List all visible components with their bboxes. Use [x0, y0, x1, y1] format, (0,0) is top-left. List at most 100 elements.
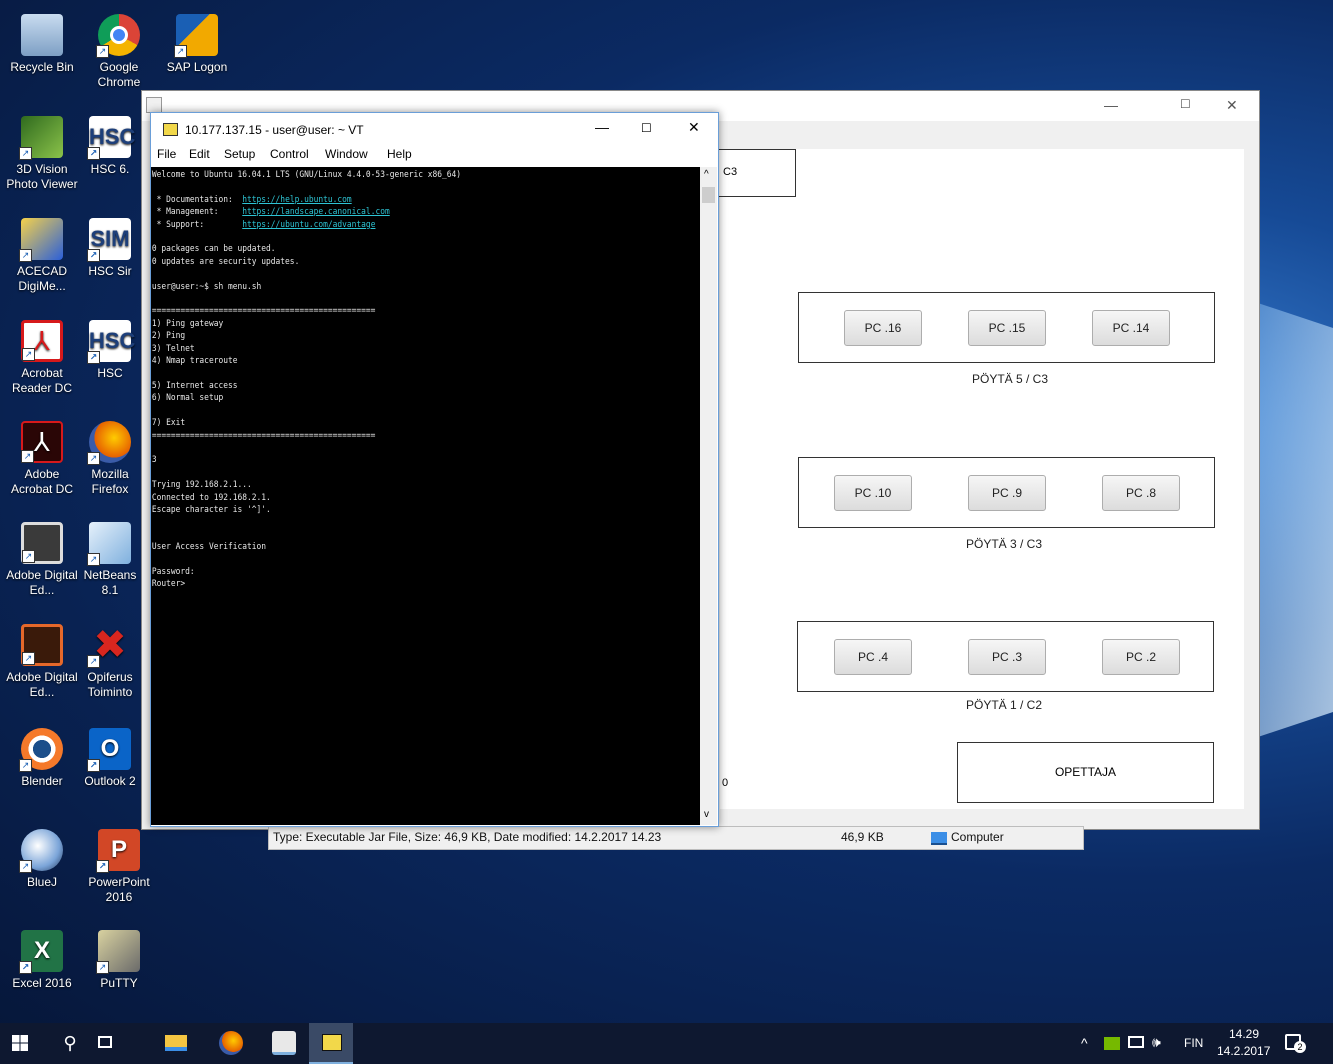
volume-tray-icon[interactable]: 🕪 — [1152, 1034, 1161, 1051]
desktop-icon-3d-vision[interactable]: ↗ 3D Vision Photo Viewer — [3, 116, 81, 192]
pc-button-9[interactable]: PC .9 — [968, 475, 1046, 511]
clock-date[interactable]: 14.2.2017 — [1217, 1044, 1270, 1058]
desktop-icon-adobe-digital-editions[interactable]: ↗ Adobe Digital Ed... — [3, 522, 81, 598]
scroll-thumb[interactable] — [702, 187, 715, 203]
terminal-taskbar-glyph-icon — [322, 1034, 342, 1051]
menu-window[interactable]: Window — [325, 147, 368, 161]
desktop-icon-label: Adobe Digital Ed... — [6, 670, 78, 699]
scroll-up-arrow-icon[interactable]: ^ — [704, 169, 709, 180]
pc-button-16[interactable]: PC .16 — [844, 310, 922, 346]
search-icon[interactable]: ⚲ — [58, 1031, 82, 1055]
pc-button-15[interactable]: PC .15 — [968, 310, 1046, 346]
java-taskbar-icon[interactable] — [272, 1031, 296, 1055]
desktop-icon-adobe-digital-editions-2[interactable]: ↗ Adobe Digital Ed... — [3, 624, 81, 700]
desktop-icon-adobe-acrobat[interactable]: ⅄ ↗ Adobe Acrobat DC — [3, 421, 81, 497]
show-hidden-icons[interactable]: ^ — [1081, 1035, 1088, 1051]
language-indicator[interactable]: FIN — [1184, 1036, 1203, 1050]
network-tray-icon[interactable] — [1128, 1036, 1144, 1048]
desktop-icon-acrobat-reader[interactable]: ⅄ ↗ Acrobat Reader DC — [3, 320, 81, 396]
blender-icon: ↗ — [19, 728, 63, 772]
desktop-icon-sap-logon[interactable]: ↗ SAP Logon — [158, 14, 236, 75]
pc-button-3[interactable]: PC .3 — [968, 639, 1046, 675]
menu-control[interactable]: Control — [270, 147, 309, 161]
desktop-icon-recycle-bin[interactable]: Recycle Bin — [3, 14, 81, 75]
powerpoint-icon: P ↗ — [96, 829, 140, 873]
java-icon — [146, 97, 162, 113]
clock-time[interactable]: 14.29 — [1229, 1027, 1259, 1041]
menu-edit[interactable]: Edit — [189, 147, 210, 161]
desktop-icon-excel[interactable]: X ↗ Excel 2016 — [3, 930, 81, 991]
close-button[interactable]: ✕ — [1226, 97, 1238, 114]
desktop-icon-firefox[interactable]: ↗ Mozilla Firefox — [80, 421, 140, 497]
acecad-icon: ↗ — [19, 218, 63, 262]
pc-button-8[interactable]: PC .8 — [1102, 475, 1180, 511]
windows-start-icon[interactable] — [12, 1035, 28, 1051]
desktop-icon-google-chrome[interactable]: ↗ Google Chrome — [80, 14, 158, 90]
desktop-icon-label: BlueJ — [26, 875, 58, 889]
desktop-icon-hsc-sim[interactable]: SIM ↗ HSC Sir — [80, 218, 140, 279]
menu-help[interactable]: Help — [387, 147, 412, 161]
desktop-icon-label: Adobe Acrobat DC — [10, 467, 74, 496]
terminal-screen[interactable]: Welcome to Ubuntu 16.04.1 LTS (GNU/Linux… — [151, 167, 700, 825]
pc-button-4[interactable]: PC .4 — [834, 639, 912, 675]
teacher-desk[interactable]: OPETTAJA — [957, 742, 1214, 803]
terminal-taskbar-icon[interactable] — [309, 1023, 353, 1064]
desk-label-5: PÖYTÄ 5 / C3 — [971, 372, 1049, 386]
desktop-icon-label: Acrobat Reader DC — [11, 366, 73, 395]
classroom-map: C3 PC .16 PC .15 PC .14 PÖYTÄ 5 / C3 PC … — [716, 149, 1244, 809]
outlook-icon: O ↗ — [87, 728, 131, 772]
desktop-icon-hsc-2[interactable]: HSC ↗ HSC — [80, 320, 140, 381]
desktop-icon-opiferus[interactable]: ✖ ↗ Opiferus Toiminto — [80, 624, 140, 700]
firefox-taskbar-icon[interactable] — [219, 1031, 243, 1055]
desktop-icon-label: Opiferus Toiminto — [87, 670, 133, 699]
file-size: 46,9 KB — [841, 830, 884, 844]
menu-setup[interactable]: Setup — [224, 147, 255, 161]
desktop-icon-label: Google Chrome — [97, 60, 141, 89]
terminal-app-icon — [163, 123, 178, 136]
terminal-titlebar[interactable]: 10.177.137.15 - user@user: ~ VT — ☐ ✕ — [151, 113, 718, 145]
documentation-link[interactable]: https://help.ubuntu.com — [242, 194, 351, 205]
management-link[interactable]: https://landscape.canonical.com — [242, 206, 389, 217]
minimize-button[interactable]: — — [595, 119, 609, 135]
nvidia-tray-icon[interactable] — [1104, 1037, 1120, 1050]
action-center-icon[interactable]: 2 — [1285, 1034, 1306, 1053]
file-explorer-icon[interactable] — [165, 1035, 187, 1051]
desktop-icon-label: HSC 6. — [90, 162, 130, 176]
close-button[interactable]: ✕ — [688, 119, 700, 136]
chrome-icon: ↗ — [96, 14, 140, 58]
terminal-scrollbar[interactable]: ^ v — [700, 167, 717, 825]
terminal-window[interactable]: 10.177.137.15 - user@user: ~ VT — ☐ ✕ Fi… — [150, 112, 719, 827]
desktop-icon-hsc[interactable]: HSC ↗ HSC 6. — [80, 116, 140, 177]
menu-file[interactable]: File — [157, 147, 176, 161]
desktop-icon-acecad[interactable]: ↗ ACECAD DigiMe... — [3, 218, 81, 294]
terminal-menubar: File Edit Setup Control Window Help — [151, 145, 718, 165]
support-link[interactable]: https://ubuntu.com/advantage — [242, 219, 375, 230]
task-view-icon[interactable] — [98, 1036, 112, 1048]
terminal-title: 10.177.137.15 - user@user: ~ VT — [185, 123, 364, 137]
desktop-icon-label: SAP Logon — [166, 60, 228, 74]
desktop-icon-putty[interactable]: ↗ PuTTY — [80, 930, 158, 991]
desktop-icon-outlook[interactable]: O ↗ Outlook 2 — [80, 728, 140, 789]
maximize-button[interactable]: ☐ — [1180, 97, 1191, 111]
pc-button-10[interactable]: PC .10 — [834, 475, 912, 511]
bluej-icon: ↗ — [19, 829, 63, 873]
pc-button-14[interactable]: PC .14 — [1092, 310, 1170, 346]
excel-icon: X ↗ — [19, 930, 63, 974]
maximize-button[interactable]: ☐ — [641, 121, 652, 135]
desktop-icon-label: PuTTY — [100, 976, 138, 990]
desktop-icon-bluej[interactable]: ↗ BlueJ — [3, 829, 81, 890]
desktop-icon-powerpoint[interactable]: P ↗ PowerPoint 2016 — [80, 829, 158, 905]
pc-button-2[interactable]: PC .2 — [1102, 639, 1180, 675]
hsc-icon: HSC ↗ — [87, 116, 135, 160]
putty-icon: ↗ — [96, 930, 140, 974]
minimize-button[interactable]: — — [1104, 97, 1118, 113]
desktop-icon-blender[interactable]: ↗ Blender — [3, 728, 81, 789]
partial-label: 0 — [722, 777, 729, 789]
desktop-icon-netbeans[interactable]: ↗ NetBeans 8.1 — [80, 522, 140, 598]
opiferus-icon: ✖ ↗ — [87, 624, 131, 668]
desktop-icon-label: Adobe Digital Ed... — [6, 568, 78, 597]
teacher-label: OPETTAJA — [1054, 765, 1117, 779]
desktop-icon-label: Excel 2016 — [12, 976, 72, 990]
scroll-down-arrow-icon[interactable]: v — [704, 809, 709, 820]
notification-count: 2 — [1294, 1041, 1306, 1053]
